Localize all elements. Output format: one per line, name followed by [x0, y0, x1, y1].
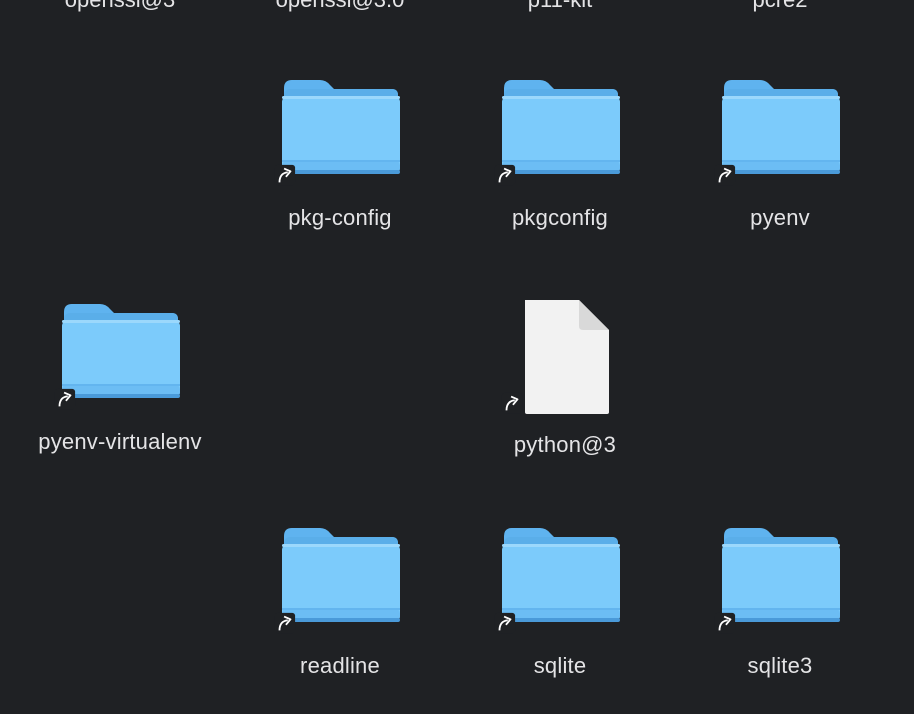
folder-icon [230, 70, 450, 200]
partial-item-label[interactable]: openssl@3.0 [230, 0, 450, 13]
alias-arrow-icon [494, 612, 516, 634]
item-label: sqlite [533, 653, 587, 678]
folder-item-pyenv-virtualenv[interactable]: pyenv-virtualenv [10, 294, 230, 474]
alias-arrow-icon [54, 388, 76, 410]
folder-item-pkgconfig[interactable]: pkgconfig [450, 70, 670, 250]
alias-arrow-icon [274, 164, 296, 186]
alias-arrow-icon [274, 612, 296, 634]
alias-arrow-icon [494, 164, 516, 186]
folder-icon [10, 294, 230, 424]
partial-item-label[interactable]: p11-kit [450, 0, 670, 13]
item-label: pkgconfig [512, 205, 608, 230]
item-label: readline [300, 653, 380, 678]
folder-item-pkg-config[interactable]: pkg-config [230, 70, 450, 250]
partial-item-label[interactable]: pcre2 [670, 0, 890, 13]
folder-item-sqlite[interactable]: sqlite [450, 518, 670, 698]
file-item-python-3[interactable]: python@3 [455, 294, 675, 474]
item-label: pyenv-virtualenv [38, 429, 202, 454]
item-label: sqlite3 [747, 653, 813, 678]
folder-icon [670, 70, 890, 200]
folder-icon [670, 518, 890, 648]
folder-icon [450, 70, 670, 200]
item-label: python@3 [513, 432, 617, 457]
folder-icon [450, 518, 670, 648]
folder-item-pyenv[interactable]: pyenv [670, 70, 890, 250]
document-icon [455, 294, 675, 424]
partial-item-label[interactable]: openssl@3 [10, 0, 230, 13]
folder-icon [230, 518, 450, 648]
folder-item-sqlite3[interactable]: sqlite3 [670, 518, 890, 698]
alias-arrow-icon [714, 612, 736, 634]
alias-arrow-icon [714, 164, 736, 186]
alias-arrow-icon [501, 392, 523, 414]
item-label: pkg-config [288, 205, 392, 230]
finder-icon-view: openssl@3 openssl@3.0 p11-kit pcre2 pkg-… [0, 0, 914, 714]
folder-item-readline[interactable]: readline [230, 518, 450, 698]
item-label: pyenv [750, 205, 810, 230]
